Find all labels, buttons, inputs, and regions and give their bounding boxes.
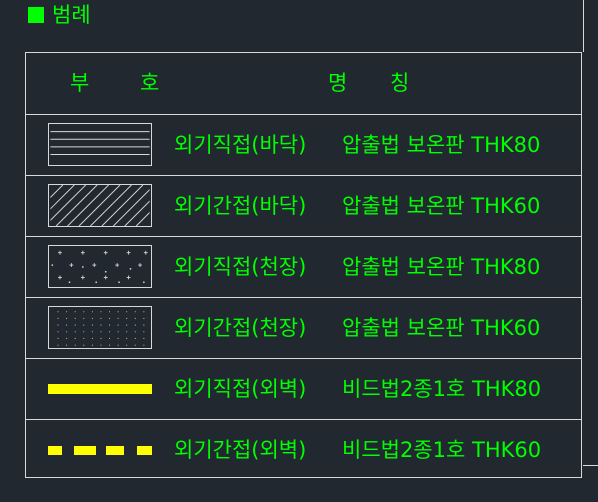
header-row: 부 호 명 칭	[26, 53, 581, 114]
row-spec: 비드법2종1호 THK60	[342, 438, 542, 462]
legend-row: 외기직접(바닥) 압출법 보온판 THK80	[26, 114, 581, 175]
legend-table: 부 호 명 칭 외기직접(바닥) 압출법 보온판 THK80 외기간접(바닥) …	[25, 52, 582, 478]
fine-dots-icon	[48, 306, 152, 349]
row-label: 외기직접(바닥)	[174, 133, 307, 157]
horizontal-lines-icon	[48, 123, 152, 166]
header-symbol: 부 호	[70, 71, 182, 95]
row-spec: 압출법 보온판 THK80	[342, 255, 541, 279]
legend-marker-icon	[28, 7, 44, 23]
row-label: 외기간접(외벽)	[174, 438, 307, 462]
header-name: 명 칭	[328, 71, 428, 95]
row-spec: 비드법2종1호 THK80	[342, 377, 542, 401]
row-spec: 압출법 보온판 THK80	[342, 133, 541, 157]
legend-row: 외기직접(외벽) 비드법2종1호 THK80	[26, 358, 581, 419]
row-label: 외기직접(천장)	[174, 255, 307, 279]
legend-row: 외기간접(바닥) 압출법 보온판 THK60	[26, 175, 581, 236]
row-spec: 압출법 보온판 THK60	[342, 194, 541, 218]
border-line	[583, 465, 598, 466]
legend-title-row: 범례	[28, 2, 91, 28]
diagonal-hatch-icon	[48, 184, 152, 227]
legend-row: 외기간접(천장) 압출법 보온판 THK60	[26, 297, 581, 358]
row-spec: 압출법 보온판 THK60	[342, 316, 541, 340]
legend-row: 외기직접(천장) 압출법 보온판 THK80	[26, 236, 581, 297]
cross-dots-icon	[48, 245, 152, 288]
row-label: 외기간접(천장)	[174, 316, 307, 340]
legend-row: 외기간접(외벽) 비드법2종1호 THK60	[26, 419, 581, 479]
row-label: 외기직접(외벽)	[174, 377, 307, 401]
solid-line-icon	[48, 384, 152, 394]
legend-title: 범례	[52, 3, 91, 27]
row-label: 외기간접(바닥)	[174, 194, 307, 218]
border-line	[583, 0, 584, 52]
